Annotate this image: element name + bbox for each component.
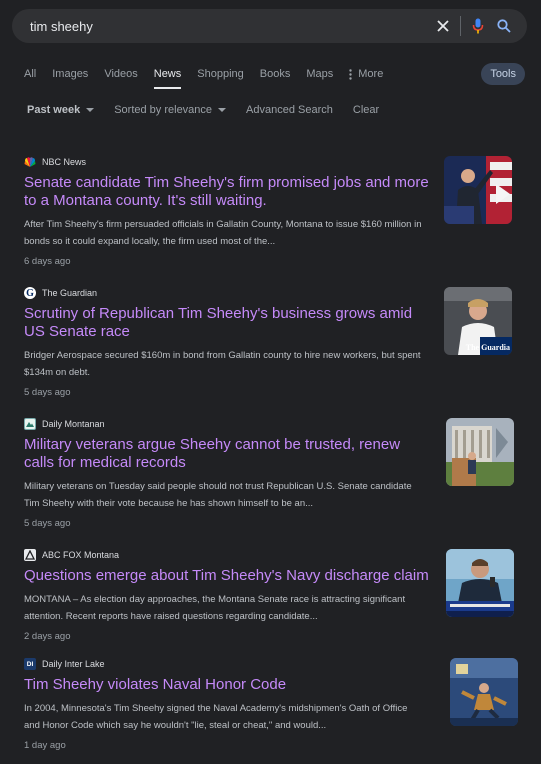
search-input[interactable] (28, 17, 430, 35)
result-thumbnail[interactable] (450, 658, 518, 726)
more-vert-icon (349, 68, 352, 80)
caret-down-icon (86, 108, 95, 112)
result-age: 5 days ago (24, 387, 71, 398)
daily-inter-lake-icon: DI (24, 658, 36, 670)
result-age: 2 days ago (24, 631, 71, 642)
tab-books[interactable]: Books (260, 63, 291, 85)
news-result[interactable]: G The Guardian Scrutiny of Republican Ti… (24, 287, 516, 398)
tab-shopping[interactable]: Shopping (197, 63, 244, 85)
result-source[interactable]: ABC FOX Montana (24, 549, 516, 561)
microphone-icon (472, 18, 484, 34)
search-divider (460, 16, 461, 36)
guardian-logo-icon: G (24, 287, 36, 299)
sort-dropdown[interactable]: Sorted by relevance (114, 104, 227, 116)
search-tabs: All Images Videos News Shopping Books Ma… (24, 62, 527, 89)
result-source-name: The Guardian (42, 288, 98, 298)
result-source[interactable]: Daily Montanan (24, 418, 516, 430)
result-thumbnail[interactable] (446, 549, 514, 617)
thumbnail-watermark: The Guardia (465, 343, 510, 352)
tab-more[interactable]: More (349, 63, 383, 85)
result-source-name: Daily Inter Lake (42, 659, 105, 669)
tab-videos[interactable]: Videos (104, 63, 137, 85)
time-filter-dropdown[interactable]: Past week (27, 104, 95, 116)
nbc-peacock-icon (24, 156, 36, 168)
search-icon (497, 19, 511, 33)
news-result[interactable]: DI Daily Inter Lake Tim Sheehy violates … (24, 658, 518, 751)
abc-fox-montana-icon (24, 549, 36, 561)
result-snippet: After Tim Sheehy's firm persuaded offici… (24, 219, 422, 247)
tools-button[interactable]: Tools (481, 63, 525, 85)
result-source[interactable]: G The Guardian (24, 287, 516, 299)
clear-search-button[interactable] (430, 13, 456, 39)
sort-label: Sorted by relevance (114, 104, 213, 116)
clear-filters-link[interactable]: Clear (353, 104, 379, 116)
news-result[interactable]: NBC News Senate candidate Tim Sheehy's f… (24, 156, 516, 267)
result-snippet: Bridger Aerospace secured $160m in bond … (24, 350, 421, 378)
tab-more-label: More (358, 68, 384, 80)
daily-montanan-icon (24, 418, 36, 430)
result-source-name: NBC News (42, 157, 87, 167)
result-thumbnail[interactable] (446, 418, 514, 486)
result-source-name: ABC FOX Montana (42, 550, 120, 560)
tab-images[interactable]: Images (52, 63, 88, 85)
result-age: 1 day ago (24, 740, 66, 751)
result-thumbnail[interactable]: The Guardia (444, 287, 512, 355)
result-age: 5 days ago (24, 518, 71, 529)
result-source[interactable]: NBC News (24, 156, 516, 168)
result-thumbnail[interactable] (444, 156, 512, 224)
caret-down-icon (218, 108, 227, 112)
news-result[interactable]: Daily Montanan Military veterans argue S… (24, 418, 516, 529)
result-snippet: Military veterans on Tuesday said people… (24, 481, 412, 509)
result-source[interactable]: DI Daily Inter Lake (24, 658, 516, 670)
result-age: 6 days ago (24, 256, 71, 267)
result-source-name: Daily Montanan (42, 419, 105, 429)
tab-maps[interactable]: Maps (306, 63, 333, 85)
time-filter-label: Past week (27, 104, 81, 116)
search-bar[interactable] (12, 9, 527, 43)
result-title[interactable]: Scrutiny of Republican Tim Sheehy's busi… (24, 305, 434, 341)
tab-all[interactable]: All (24, 63, 36, 85)
result-snippet: MONTANA – As election day approaches, th… (24, 594, 406, 622)
result-title[interactable]: Senate candidate Tim Sheehy's firm promi… (24, 174, 434, 210)
result-title[interactable]: Questions emerge about Tim Sheehy's Navy… (24, 567, 434, 585)
voice-search-button[interactable] (465, 13, 491, 39)
search-button[interactable] (491, 13, 517, 39)
news-result[interactable]: ABC FOX Montana Questions emerge about T… (24, 549, 516, 642)
filter-bar: Past week Sorted by relevance Advanced S… (27, 104, 399, 116)
tab-news[interactable]: News (153, 63, 181, 89)
result-snippet: In 2004, Minnesota's Tim Sheehy signed t… (24, 703, 408, 731)
advanced-search-link[interactable]: Advanced Search (246, 104, 333, 116)
close-icon (437, 20, 449, 32)
result-title[interactable]: Military veterans argue Sheehy cannot be… (24, 436, 434, 472)
result-title[interactable]: Tim Sheehy violates Naval Honor Code (24, 676, 434, 694)
